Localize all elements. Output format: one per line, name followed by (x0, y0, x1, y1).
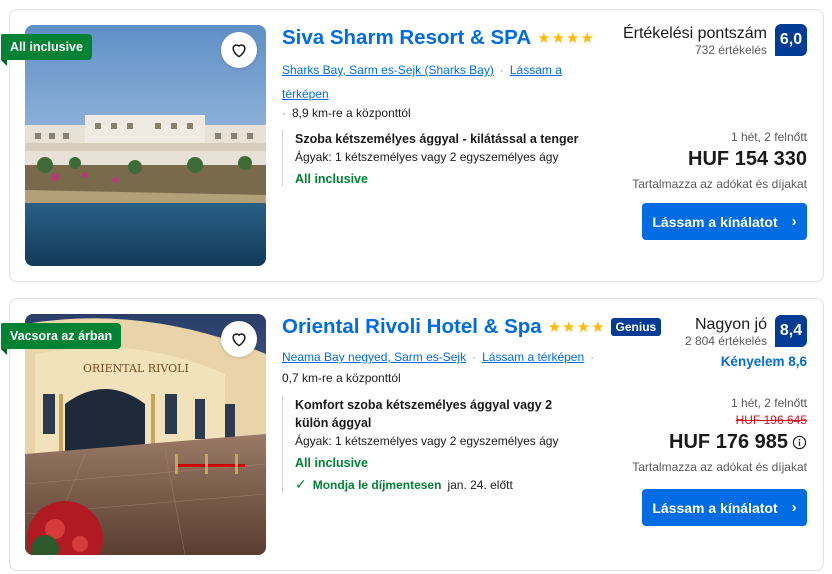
star-icon: ★ (566, 29, 580, 47)
property-card: All inclusive Siva Sharm Resort & SPA ★ … (1, 9, 824, 282)
room-name: Komfort szoba kétszemélyes ággyal vagy 2… (295, 398, 553, 430)
meal-plan: All inclusive (295, 172, 368, 186)
distance: 0,7 km-re a központtól (282, 371, 401, 385)
review-count: 732 értékelés (694, 43, 767, 57)
svg-text:ORIENTAL RIVOLI: ORIENTAL RIVOLI (83, 362, 189, 375)
heart-icon (232, 333, 246, 347)
review-count: 2 804 értékelés (684, 334, 767, 348)
tax-note: Tartalmazza az adókat és díjakat (632, 460, 807, 474)
chevron-right-icon: › (791, 499, 797, 516)
hotel-name-link[interactable]: Oriental Rivoli Hotel & Spa (282, 315, 542, 339)
room-name: Szoba kétszemélyes ággyal - kilátással a… (295, 132, 579, 146)
heart-icon (232, 44, 246, 58)
review-block[interactable]: Nagyon jó 2 804 értékelés 8,4 (685, 315, 807, 348)
star-icon: ★ (537, 29, 551, 47)
price: HUF 176 985 (632, 431, 807, 454)
star-icon: ★ (551, 29, 566, 47)
map-link[interactable]: Lássam a térképen (482, 350, 584, 364)
stay-length: 1 hét, 2 felnőtt (730, 396, 807, 410)
genius-badge: Genius (610, 318, 662, 336)
deal-ribbon: All inclusive (1, 34, 92, 66)
chevron-right-icon: › (791, 213, 797, 230)
room-info: Szoba kétszemélyes ággyal - kilátással a… (282, 130, 582, 186)
hotel-name-link[interactable]: Siva Sharm Resort & SPA (282, 26, 531, 50)
deal-ribbon: Vacsora az árban (1, 323, 122, 355)
see-availability-button[interactable]: Lássam a kínálatot › (642, 203, 807, 240)
distance: · 8,9 km-re a központtól (282, 106, 411, 120)
star-icon: ★ (576, 318, 591, 336)
tax-note: Tartalmazza az adókat és díjakat (632, 177, 807, 191)
meal-plan: All inclusive (295, 456, 368, 470)
location-link[interactable]: Neama Bay negyed, Sarm es-Sejk (282, 350, 466, 364)
price-block: 1 hét, 2 felnőtt HUF 196 645 HUF 176 985… (632, 396, 807, 474)
favorite-button[interactable] (221, 32, 257, 68)
star-rating: ★ ★ ★ ★ (548, 320, 605, 335)
bed-info: Ágyak: 1 kétszemélyes vagy 2 egyszemélye… (295, 150, 559, 164)
info-icon[interactable] (792, 435, 807, 450)
price-block: 1 hét, 2 felnőtt HUF 154 330 Tartalmazza… (632, 130, 807, 191)
location-link[interactable]: Sharks Bay, Sarm es-Sejk (Sharks Bay) (282, 63, 494, 77)
location-line: Sharks Bay, Sarm es-Sejk (Sharks Bay) · Lá… (282, 63, 562, 101)
star-icon: ★ (547, 318, 562, 336)
review-word: Értékelési pontszám (622, 25, 767, 42)
bed-info: Ágyak: 1 kétszemélyes vagy 2 egyszemélye… (295, 434, 559, 448)
star-icon: ★ (562, 318, 576, 336)
property-card: Vacsora az árban ORIENTAL RIVOLI Orienta… (1, 298, 824, 571)
check-icon: ✓ (295, 476, 307, 492)
star-icon: ★ (580, 29, 594, 47)
title-row: Oriental Rivoli Hotel & Spa ★ ★ ★ ★ Genius (282, 315, 662, 339)
review-score: 6,0 (775, 24, 807, 56)
review-word: Nagyon jó (694, 316, 767, 333)
comfort-score: Kényelem 8,6 (720, 354, 807, 369)
star-icon: ★ (591, 318, 605, 336)
review-score: 8,4 (775, 315, 807, 347)
title-row: Siva Sharm Resort & SPA ★ ★ ★ ★ (282, 26, 594, 50)
room-info: Komfort szoba kétszemélyes ággyal vagy 2… (282, 396, 572, 493)
favorite-button[interactable] (221, 321, 257, 357)
location-line: Neama Bay negyed, Sarm es-Sejk · Lássam a … (282, 350, 595, 364)
original-price: HUF 196 645 (735, 413, 807, 427)
free-cancellation: ✓ Mondja le díjmentesen jan. 24. előtt (295, 476, 513, 492)
stay-length: 1 hét, 2 felnőtt (730, 130, 807, 144)
star-rating: ★ ★ ★ ★ (537, 31, 594, 46)
review-block[interactable]: Értékelési pontszám 732 értékelés 6,0 (623, 24, 807, 57)
price: HUF 154 330 (688, 148, 807, 170)
see-availability-button[interactable]: Lássam a kínálatot › (642, 489, 807, 526)
